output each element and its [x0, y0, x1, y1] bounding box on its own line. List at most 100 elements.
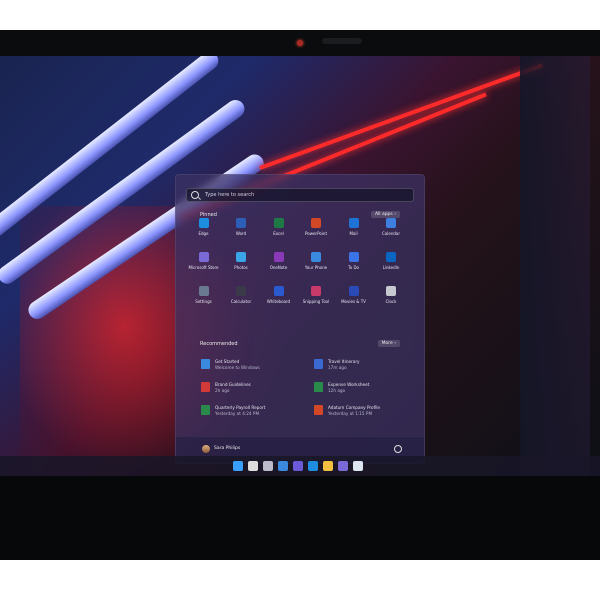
recommended-item-text: Quarterly Payroll Report Yesterday at 4:2…	[215, 405, 265, 416]
all-apps-button[interactable]: All apps ›	[370, 211, 400, 218]
word-icon	[236, 218, 246, 228]
snipping-icon	[311, 286, 321, 296]
search-input[interactable]	[203, 191, 397, 199]
pinned-app-label: Microsoft Store	[188, 265, 219, 270]
background	[0, 560, 600, 596]
pinned-app[interactable]: Snipping Tool	[298, 286, 335, 316]
recommended-item-time: 17m ago	[328, 364, 347, 370]
photos-icon	[236, 252, 246, 262]
file-explorer-icon[interactable]	[323, 461, 333, 471]
mail-icon	[348, 218, 359, 228]
pinned-app-label: PowerPoint	[304, 231, 328, 236]
powerpoint-doc-icon	[314, 405, 323, 415]
pinned-app[interactable]: Microsoft Store	[185, 252, 222, 282]
pinned-app[interactable]: Calendar	[373, 218, 410, 248]
recommended-item[interactable]: Quarterly Payroll Report Yesterday at 4:2…	[201, 405, 265, 421]
pinned-app-label: Excel	[273, 231, 284, 236]
pinned-app-label: Edge	[198, 231, 209, 236]
movies-icon	[348, 286, 359, 296]
linkedin-icon	[386, 252, 396, 262]
pinned-app[interactable]: Edge	[185, 218, 222, 248]
word-doc-icon	[314, 359, 323, 369]
pinned-app-label: Calendar	[382, 231, 400, 236]
edge-icon	[198, 218, 209, 228]
recommended-item-time: 2h ago	[215, 387, 230, 393]
user-name[interactable]: Sara Philips	[214, 446, 240, 451]
recommended-item[interactable]: Adatum Company Profile Yesterday at 1:15 …	[314, 405, 380, 421]
powerpoint-icon	[311, 218, 321, 228]
taskbar-icons	[233, 461, 363, 471]
recommended-item-text: Get Started Welcome to Windows	[215, 359, 260, 370]
calendar-icon	[386, 218, 396, 228]
pinned-app-label: Whiteboard	[266, 299, 291, 304]
excel-icon	[273, 218, 284, 228]
pinned-app-label: Clock	[385, 299, 397, 304]
power-icon[interactable]	[394, 445, 402, 453]
todo-icon	[348, 252, 359, 262]
windows-start-icon[interactable]	[233, 461, 243, 471]
pinned-app-label: OneNote	[269, 265, 288, 270]
pinned-app[interactable]: LinkedIn	[373, 252, 410, 282]
store-icon	[198, 252, 209, 262]
more-button[interactable]: More ›	[377, 340, 400, 347]
pinned-app-label: LinkedIn	[382, 265, 400, 270]
recommended-item[interactable]: Travel Itinerary 17m ago	[314, 359, 360, 375]
recommended-item-title: Expense Worksheet	[328, 382, 370, 387]
phone-icon	[311, 252, 321, 262]
pinned-app[interactable]: Calculator	[223, 286, 260, 316]
recommended-item-text: Travel Itinerary 17m ago	[328, 359, 360, 370]
pdf-icon	[201, 382, 210, 392]
avatar[interactable]	[202, 445, 210, 453]
pinned-app[interactable]: To Do	[335, 252, 372, 282]
recommended-item-text: Adatum Company Profile Yesterday at 1:15 …	[328, 405, 380, 416]
pinned-app[interactable]: Mail	[335, 218, 372, 248]
whiteboard-icon	[273, 286, 284, 296]
recommended-item-title: Adatum Company Profile	[328, 405, 380, 410]
search-icon[interactable]	[248, 461, 258, 471]
recommended-item-title: Travel Itinerary	[328, 359, 360, 364]
recommended-item-text: Expense Worksheet 12h ago	[328, 382, 369, 393]
wallpaper-pillar	[520, 56, 590, 476]
pinned-app-label: Movies & TV	[341, 299, 366, 304]
pinned-app-label: Your Phone	[304, 265, 328, 270]
pinned-app[interactable]: Movies & TV	[335, 286, 372, 316]
pinned-app[interactable]: Your Phone	[298, 252, 335, 282]
excel-doc-icon	[314, 382, 323, 392]
recommended-item-time: 12h ago	[328, 387, 346, 393]
edge-icon[interactable]	[308, 461, 318, 471]
pinned-app[interactable]: Settings	[185, 286, 222, 316]
pinned-app-label: Mail	[349, 231, 358, 236]
pinned-app[interactable]: Whiteboard	[260, 286, 297, 316]
pinned-app[interactable]: OneNote	[260, 252, 297, 282]
pinned-app[interactable]: Excel	[260, 218, 297, 248]
pinned-app-label: To Do	[347, 265, 359, 270]
calculator-icon	[236, 286, 246, 296]
pinned-app-label: Snipping Tool	[302, 299, 330, 304]
recommended-item[interactable]: Expense Worksheet 12h ago	[314, 382, 369, 398]
recommended-item-title: Quarterly Payroll Report	[215, 405, 266, 410]
camera-icon	[297, 40, 303, 46]
recommended-item-time: Yesterday at 1:15 PM	[328, 410, 373, 416]
pinned-app[interactable]: PowerPoint	[298, 218, 335, 248]
teams-chat-icon[interactable]	[293, 461, 303, 471]
desktop-screen: Pinned All apps › EdgeWordExcelPowerPoin…	[0, 56, 600, 476]
pinned-app[interactable]: Clock	[373, 286, 410, 316]
search-box[interactable]	[186, 188, 414, 202]
excel-doc-icon	[201, 405, 210, 415]
notepad-icon[interactable]	[353, 461, 363, 471]
privacy-shutter	[322, 38, 362, 44]
store-icon[interactable]	[338, 461, 348, 471]
recommended-item[interactable]: Get Started Welcome to Windows	[201, 359, 260, 375]
pinned-app-label: Settings	[195, 299, 212, 304]
recommended-item-text: Brand Guidelines 2h ago	[215, 382, 251, 393]
pinned-app[interactable]: Photos	[223, 252, 260, 282]
pinned-app[interactable]: Word	[223, 218, 260, 248]
task-view-icon[interactable]	[263, 461, 273, 471]
recommended-item-title: Brand Guidelines	[215, 382, 251, 387]
wallpaper-light-line	[259, 63, 543, 170]
search-icon	[191, 191, 199, 199]
recommended-title: Recommended	[200, 341, 238, 347]
recommended-item[interactable]: Brand Guidelines 2h ago	[201, 382, 251, 398]
pinned-app-label: Word	[235, 231, 247, 236]
widgets-icon[interactable]	[278, 461, 288, 471]
